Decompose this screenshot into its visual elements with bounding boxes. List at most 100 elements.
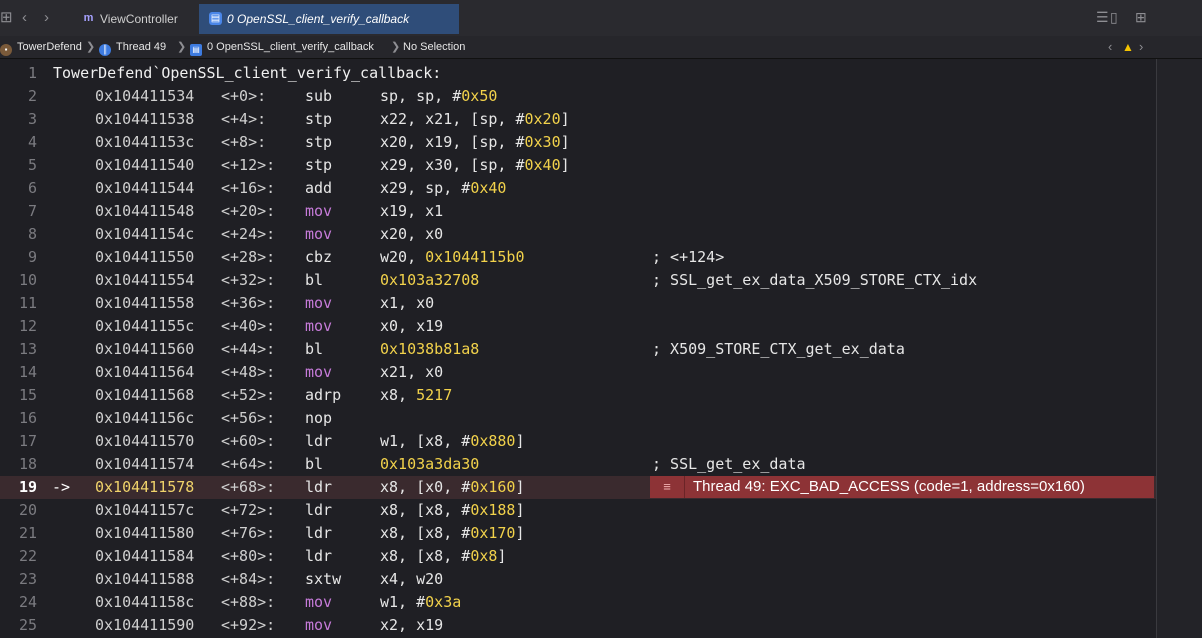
code-line[interactable]: 23 0x104411588 <+84>: sxtw x4, w20 — [0, 568, 1156, 591]
breadcrumb-frame[interactable]: ▤ 0 OpenSSL_client_verify_callback — [190, 36, 374, 58]
code-line[interactable]: 25 0x104411590 <+92>: mov x2, x19 — [0, 614, 1156, 637]
code-line[interactable]: 12 0x10441155c <+40>: mov x0, x19 — [0, 315, 1156, 338]
operand-text: x29, sp, # — [380, 179, 471, 197]
forward-button[interactable]: › — [44, 8, 49, 28]
chevron-left-icon[interactable]: ‹ — [1108, 36, 1112, 58]
code-line[interactable]: 22 0x104411584 <+80>: ldr x8, [x8, #0x8] — [0, 545, 1156, 568]
instruction-address: 0x104411588 — [95, 570, 195, 588]
instruction-operands: x4, w20 — [380, 568, 443, 591]
breadcrumb-selection[interactable]: No Selection — [403, 36, 465, 58]
instruction-mnemonic: ldr — [305, 478, 333, 496]
instruction-address: 0x10441158c — [95, 593, 195, 611]
code-line[interactable]: 14 0x104411564 <+48>: mov x21, x0 — [0, 361, 1156, 384]
code-line[interactable]: 24 0x10441158c <+88>: mov w1, #0x3a — [0, 591, 1156, 614]
instruction-operands: x8, 5217 — [380, 384, 452, 407]
disassembly-view[interactable]: 1 TowerDefend`OpenSSL_client_verify_callb… — [0, 59, 1156, 638]
line-number: 10 — [18, 271, 37, 289]
operand-text: x29, x30, [sp, # — [380, 156, 525, 174]
breadcrumb-label: TowerDefend — [17, 41, 82, 53]
instruction-operands: x0, x19 — [380, 315, 443, 338]
line-number: 6 — [27, 179, 37, 197]
code-line[interactable]: 18 0x104411574 <+64>: bl 0x103a3da30 ; SSL_ge… — [0, 453, 1156, 476]
code-line[interactable]: 11 0x104411558 <+36>: mov x1, x0 — [0, 292, 1156, 315]
line-number: 19 — [18, 478, 37, 496]
code-line[interactable]: 7 0x104411548 <+20>: mov x19, x1 — [0, 200, 1156, 223]
code-line[interactable]: 15 0x104411568 <+52>: adrp x8, 5217 — [0, 384, 1156, 407]
instruction-pointer-arrow: -> — [52, 478, 71, 496]
instruction-address: 0x10441155c — [95, 317, 195, 335]
operand-number: 0x40 — [524, 156, 561, 174]
editor-options-icon[interactable]: ☰ — [1096, 9, 1109, 26]
instruction-address: 0x104411548 — [95, 202, 195, 220]
code-line[interactable]: 19 -> 0x104411578 <+68>: ldr x8, [x0, #0x160]… — [0, 476, 1156, 499]
instruction-operands: x29, sp, #0x40 — [380, 177, 506, 200]
instruction-offset: <+32>: — [221, 271, 276, 289]
instruction-offset: <+76>: — [221, 524, 276, 542]
instruction-mnemonic: adrp — [305, 386, 342, 404]
code-line[interactable]: 10 0x104411554 <+32>: bl 0x103a32708 ; SSL_ge… — [0, 269, 1156, 292]
code-line[interactable]: 8 0x10441154c <+24>: mov x20, x0 — [0, 223, 1156, 246]
grid-icon[interactable]: ⊞ — [0, 8, 13, 28]
instruction-address: 0x104411550 — [95, 248, 195, 266]
instruction-mnemonic: add — [305, 179, 333, 197]
instruction-operands: x2, x19 — [380, 614, 443, 637]
breadcrumb-app[interactable]: ▪ TowerDefend — [0, 36, 82, 58]
instruction-mnemonic: bl — [305, 340, 324, 358]
operand-text: x4, w20 — [380, 570, 444, 588]
editor-options-icon[interactable]: ▯ — [1110, 9, 1118, 26]
operand-text: sp, sp, # — [380, 87, 462, 105]
code-line[interactable]: 3 0x104411538 <+4>: stp x22, x21, [sp, #0x20… — [0, 108, 1156, 131]
instruction-offset: <+60>: — [221, 432, 276, 450]
line-number: 9 — [27, 248, 37, 266]
instruction-address: 0x10441156c — [95, 409, 195, 427]
breadcrumb-label: 0 OpenSSL_client_verify_callback — [207, 41, 374, 53]
instruction-offset: <+88>: — [221, 593, 276, 611]
operand-number: 0x30 — [524, 133, 561, 151]
operand-text: x8, [x8, # — [380, 524, 471, 542]
instruction-address: 0x104411590 — [95, 616, 195, 634]
code-line[interactable]: 1 TowerDefend`OpenSSL_client_verify_callb… — [0, 62, 1156, 85]
code-line[interactable]: 9 0x104411550 <+28>: cbz w20, 0x1044115b0 ; <… — [0, 246, 1156, 269]
instruction-offset: <+36>: — [221, 294, 276, 312]
operand-text: x20, x0 — [380, 225, 444, 243]
code-line[interactable]: 6 0x104411544 <+16>: add x29, sp, #0x40 — [0, 177, 1156, 200]
instruction-offset: <+0>: — [221, 87, 267, 105]
instruction-operands: x29, x30, [sp, #0x40] — [380, 154, 570, 177]
instruction-operands: sp, sp, #0x50 — [380, 85, 497, 108]
chevron-right-icon: ❯ — [177, 41, 187, 53]
operand-text: x8, [x8, # — [380, 547, 471, 565]
instruction-operands: 0x103a32708 — [380, 269, 479, 292]
menu-lines-icon[interactable]: ≡ — [650, 476, 685, 498]
instruction-mnemonic: mov — [305, 616, 333, 634]
code-line[interactable]: 21 0x104411580 <+76>: ldr x8, [x8, #0x170] — [0, 522, 1156, 545]
frame-icon: ▤ — [190, 44, 202, 56]
back-button[interactable]: ‹ — [22, 8, 27, 28]
operand-text: ] — [515, 478, 525, 496]
instruction-offset: <+72>: — [221, 501, 276, 519]
operand-text: x8, — [380, 386, 417, 404]
code-line[interactable]: 17 0x104411570 <+60>: ldr w1, [x8, #0x880] — [0, 430, 1156, 453]
tab-disassembly[interactable]: ▤ 0 OpenSSL_client_verify_callback — [199, 4, 459, 34]
instruction-address: 0x104411584 — [95, 547, 195, 565]
code-line[interactable]: 13 0x104411560 <+44>: bl 0x1038b81a8 ; X509_S… — [0, 338, 1156, 361]
operand-text: x20, x19, [sp, # — [380, 133, 525, 151]
instruction-offset: <+4>: — [221, 110, 267, 128]
code-line[interactable]: 16 0x10441156c <+56>: nop — [0, 407, 1156, 430]
instruction-mnemonic: mov — [305, 294, 333, 312]
warning-icon[interactable]: ▲ — [1122, 36, 1134, 58]
instruction-offset: <+44>: — [221, 340, 276, 358]
operand-text: ] — [515, 524, 525, 542]
code-line[interactable]: 5 0x104411540 <+12>: stp x29, x30, [sp, #0x4… — [0, 154, 1156, 177]
code-line[interactable]: 2 0x104411534 <+0>: sub sp, sp, #0x50 — [0, 85, 1156, 108]
chevron-right-icon[interactable]: › — [1139, 36, 1143, 58]
exception-annotation[interactable]: ≡ Thread 49: EXC_BAD_ACCESS (code=1, addr… — [650, 476, 1154, 498]
instruction-operands: x8, [x0, #0x160] — [380, 476, 525, 499]
code-line[interactable]: 4 0x10441153c <+8>: stp x20, x19, [sp, #0x30… — [0, 131, 1156, 154]
code-line[interactable]: 20 0x10441157c <+72>: ldr x8, [x8, #0x188] — [0, 499, 1156, 522]
operand-text: ] — [497, 547, 507, 565]
instruction-operands: x19, x1 — [380, 200, 443, 223]
add-editor-icon[interactable]: ⊞ — [1135, 9, 1147, 26]
instruction-comment: ; X509_STORE_CTX_get_ex_data — [652, 340, 905, 358]
breadcrumb-thread[interactable]: ║ Thread 49 — [99, 36, 166, 58]
line-number: 22 — [18, 547, 37, 565]
